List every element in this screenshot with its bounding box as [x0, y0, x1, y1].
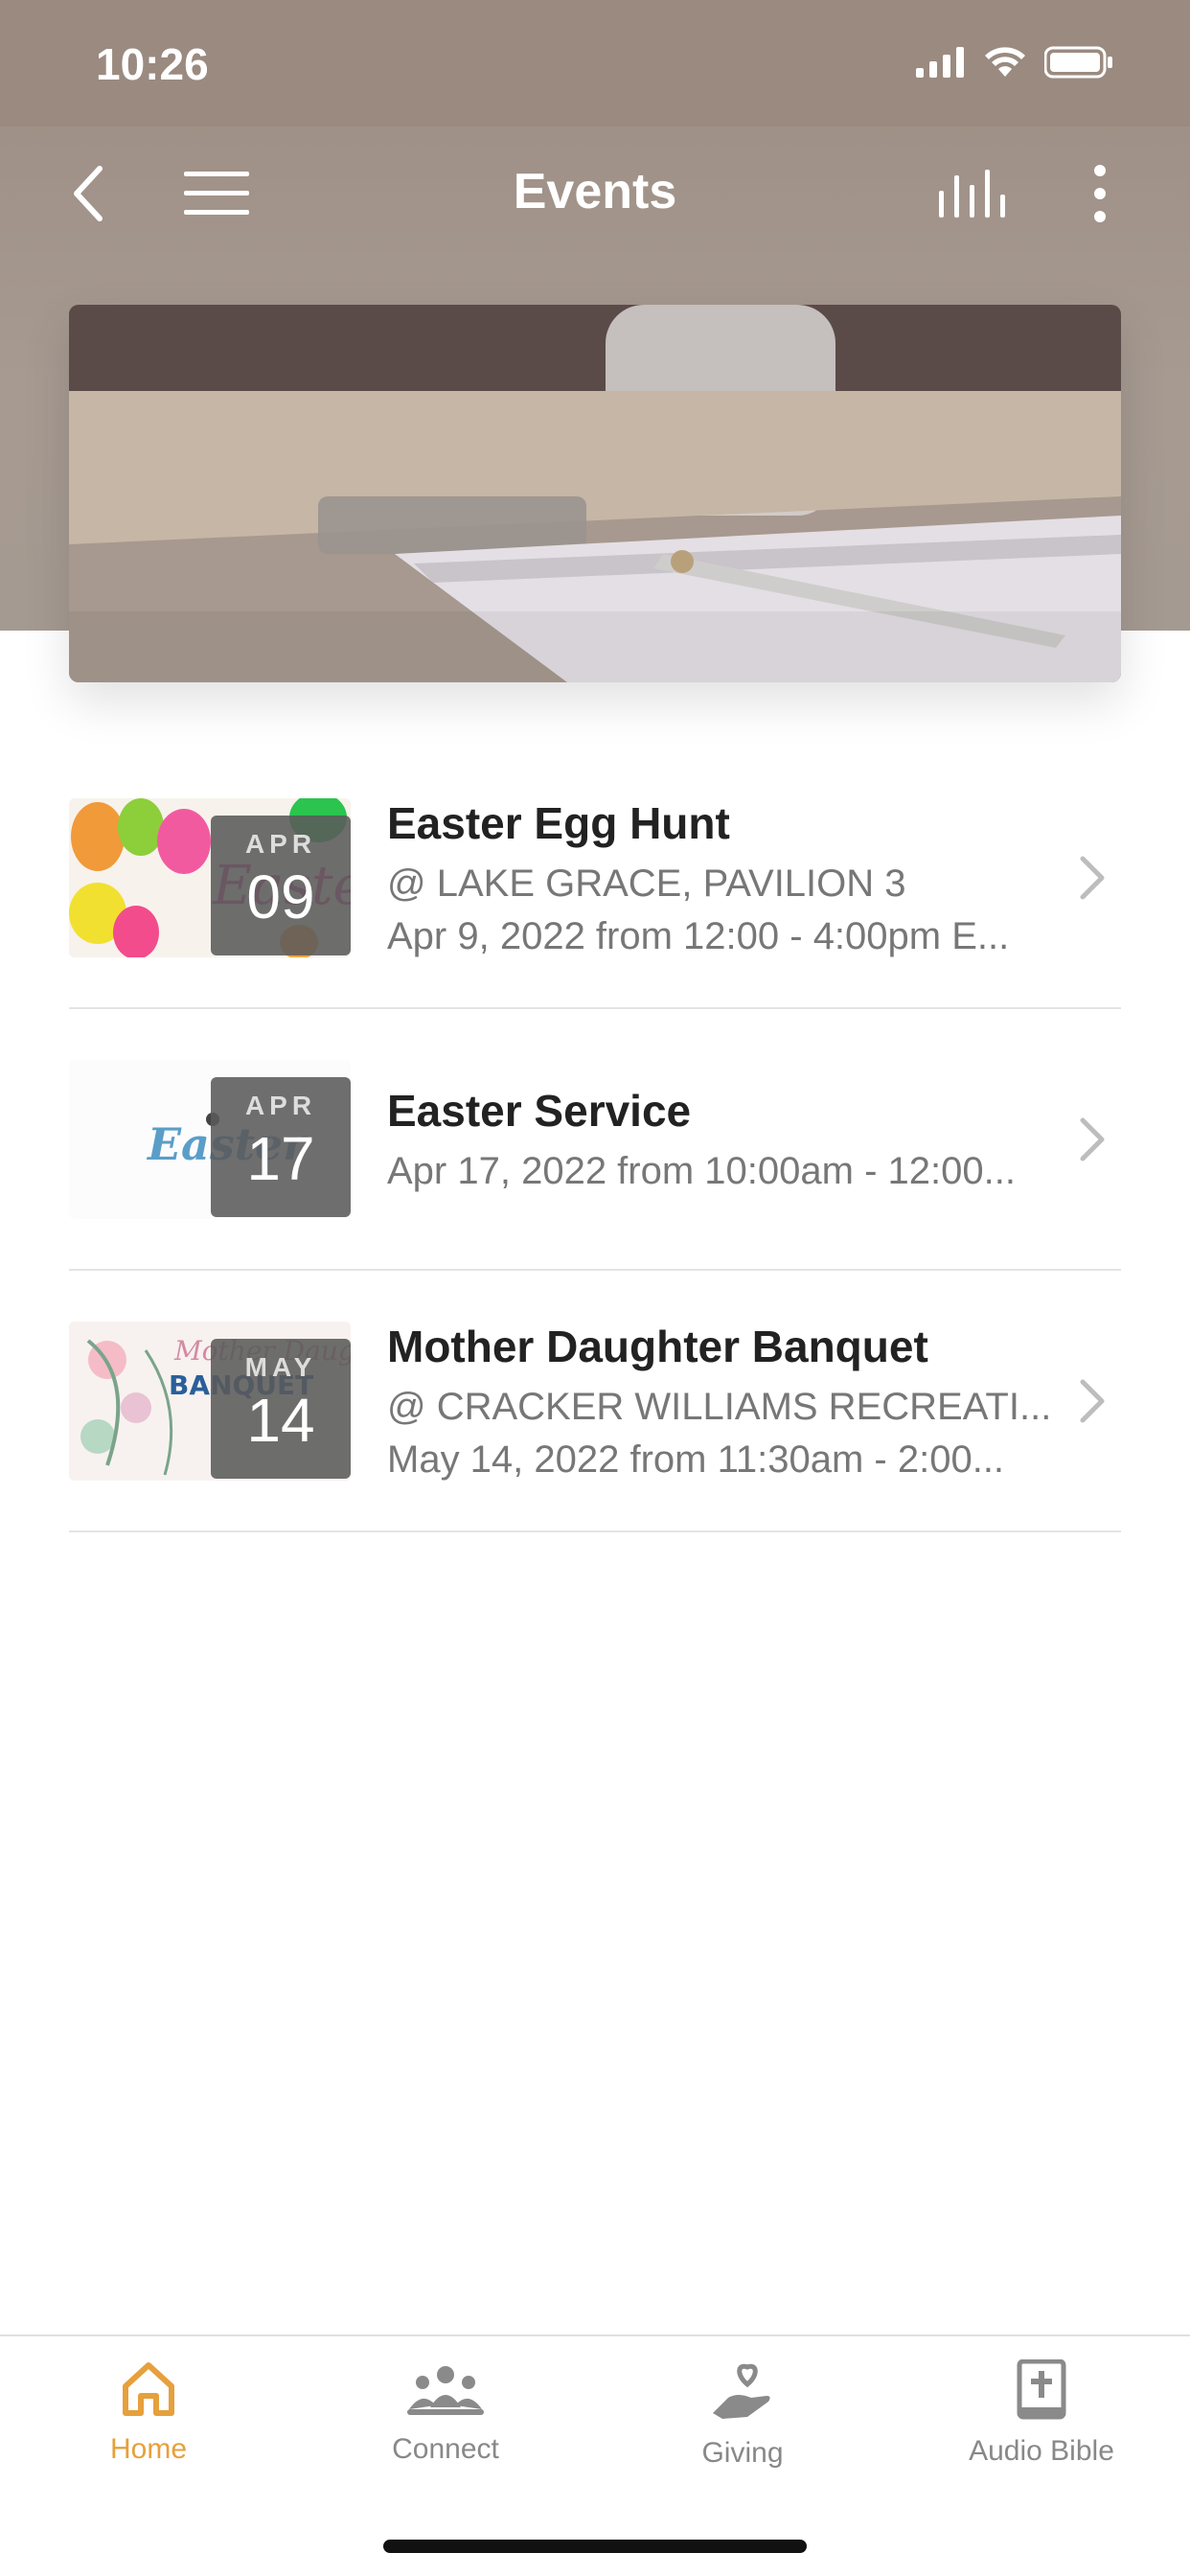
event-location: @ CRACKER WILLIAMS RECREATI...: [387, 1385, 1052, 1428]
row-chevron: [1064, 1378, 1121, 1424]
stats-button[interactable]: [934, 155, 1011, 232]
more-options-button[interactable]: [1062, 155, 1138, 232]
event-row-easter-service[interactable]: Easter APR 17 Easter Service Apr 17, 202…: [69, 1009, 1121, 1271]
home-indicator: [383, 2540, 807, 2553]
event-month: MAY: [244, 1351, 317, 1382]
date-badge: APR 17: [211, 1076, 351, 1217]
desk-notebook-pen-image: [69, 305, 1121, 682]
hero-banner-image: [69, 305, 1121, 682]
event-datetime: May 14, 2022 from 11:30am - 2:00...: [387, 1438, 1005, 1481]
tab-label: Home: [109, 2433, 188, 2465]
chevron-right-icon: [1080, 856, 1105, 899]
signal-icon: [916, 47, 964, 78]
home-icon: [123, 2362, 174, 2416]
event-title: Mother Daughter Banquet: [387, 1321, 928, 1371]
event-title: Easter Service: [387, 1086, 692, 1136]
event-info: Easter Service Apr 17, 2022 from 10:00am…: [387, 1085, 1064, 1193]
event-day: 14: [246, 1385, 315, 1455]
tab-connect[interactable]: Connect: [297, 2359, 594, 2466]
tab-giving[interactable]: Giving: [594, 2359, 891, 2470]
battery-icon: [1044, 46, 1112, 79]
events-list: Easter APR 09 Easter Egg Hunt @ LAKE GRA…: [69, 748, 1121, 1532]
row-chevron: [1064, 1116, 1121, 1162]
people-icon: [407, 2366, 484, 2415]
tab-label: Connect: [392, 2433, 499, 2465]
chevron-right-icon: [1080, 1379, 1105, 1422]
event-day: 17: [246, 1123, 315, 1193]
date-badge: APR 09: [211, 815, 351, 955]
navigation-bar: Events: [0, 126, 1190, 251]
status-icons: [916, 46, 1113, 79]
event-thumbnail: Mother Daughter BANQUET MAY 14: [69, 1321, 351, 1481]
status-bar: 10:26: [0, 0, 1190, 126]
bible-icon: [1017, 2358, 1066, 2420]
bar-chart-icon: [939, 170, 1005, 218]
event-month: APR: [244, 828, 317, 859]
event-thumbnail: Easter APR 09: [69, 797, 351, 957]
date-badge: MAY 14: [211, 1338, 351, 1479]
page-title: Events: [513, 164, 677, 219]
event-month: APR: [244, 1090, 317, 1120]
tab-home[interactable]: Home: [0, 2359, 297, 2466]
event-datetime: Apr 9, 2022 from 12:00 - 4:00pm E...: [387, 914, 1010, 957]
tab-label: Audio Bible: [969, 2435, 1114, 2467]
status-time: 10:26: [96, 39, 209, 89]
tab-audio-bible[interactable]: Audio Bible: [893, 2358, 1190, 2468]
vertical-dots-icon: [1094, 165, 1106, 222]
event-info: Mother Daughter Banquet @ CRACKER WILLIA…: [387, 1321, 1064, 1482]
event-row-mother-daughter-banquet[interactable]: Mother Daughter BANQUET MAY 14 Mother Da…: [69, 1271, 1121, 1532]
event-datetime: Apr 17, 2022 from 10:00am - 12:00...: [387, 1150, 1016, 1192]
event-info: Easter Egg Hunt @ LAKE GRACE, PAVILION 3…: [387, 797, 1064, 958]
event-row-easter-egg-hunt[interactable]: Easter APR 09 Easter Egg Hunt @ LAKE GRA…: [69, 748, 1121, 1009]
chevron-right-icon: [1080, 1117, 1105, 1161]
event-title: Easter Egg Hunt: [387, 797, 730, 848]
event-day: 09: [246, 862, 315, 932]
tab-label: Giving: [701, 2437, 784, 2469]
hand-heart-icon: [713, 2363, 770, 2419]
event-location: @ LAKE GRACE, PAVILION 3: [387, 862, 906, 905]
event-thumbnail: Easter APR 17: [69, 1059, 351, 1219]
row-chevron: [1064, 855, 1121, 901]
wifi-icon: [985, 47, 1025, 77]
